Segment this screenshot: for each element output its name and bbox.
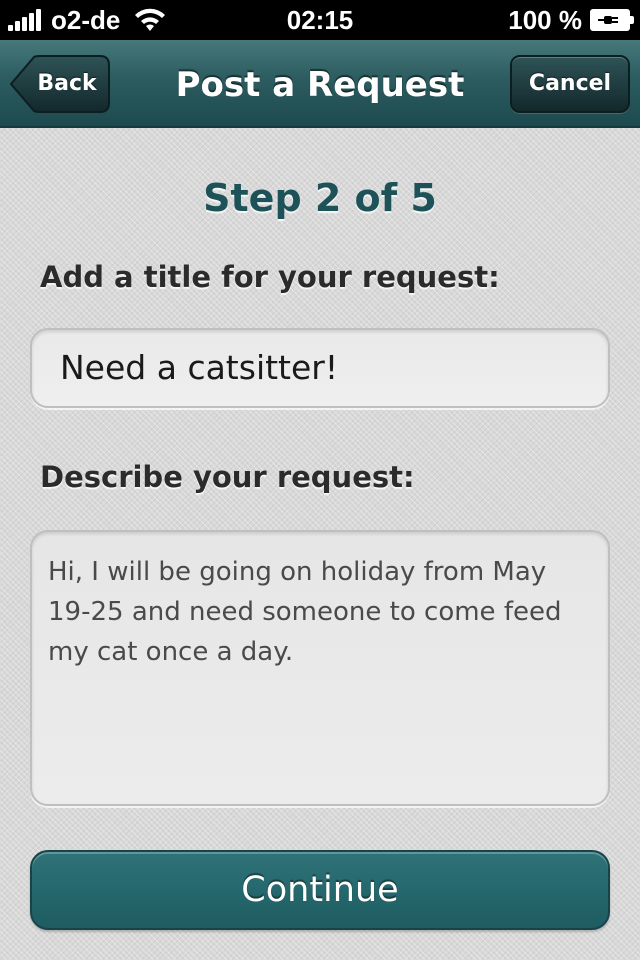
status-right: 100 % <box>508 4 634 36</box>
step-indicator: Step 2 of 5 <box>203 176 437 220</box>
description-field-label: Describe your request: <box>40 460 415 494</box>
battery-percent: 100 % <box>508 4 582 35</box>
cancel-button[interactable]: Cancel <box>510 55 630 113</box>
request-form: Step 2 of 5 Add a title for your request… <box>0 128 640 960</box>
description-textarea[interactable]: Hi, I will be going on holiday from May … <box>30 530 610 806</box>
title-field-label: Add a title for your request: <box>40 260 500 294</box>
status-bar: o2-de 02:15 100 % <box>0 0 640 40</box>
title-input[interactable]: Need a catsitter! <box>30 328 610 408</box>
continue-button[interactable]: Continue <box>30 850 610 930</box>
navigation-bar: Back Post a Request Cancel <box>0 40 640 128</box>
battery-charging-icon <box>590 9 634 31</box>
